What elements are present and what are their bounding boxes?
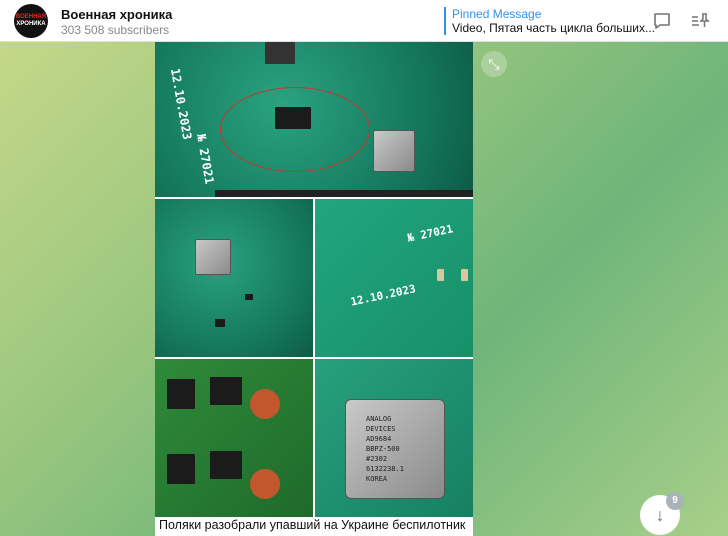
chip-line: DEVICES xyxy=(366,425,396,433)
chip-line: BBPZ-500 xyxy=(366,445,400,453)
serial-lettering: № 27021 xyxy=(194,132,217,186)
subscriber-count: 303 508 subscribers xyxy=(61,23,170,37)
photo-2[interactable] xyxy=(155,199,313,357)
date-lettering-closeup: 12.10.2023 xyxy=(349,282,417,309)
chip-line: 6132238.1 xyxy=(366,465,404,473)
photo-5[interactable]: ANALOG DEVICES AD9684 BBPZ-500 #2302 613… xyxy=(315,359,473,517)
pinned-label: Pinned Message xyxy=(452,7,542,21)
unread-badge: 9 xyxy=(666,492,684,510)
arrow-down-icon: ↓ xyxy=(655,505,665,525)
collapse-icon[interactable]: ⤡ xyxy=(481,51,507,77)
chip-line: ANALOG xyxy=(366,415,392,423)
chat-header: ВОЕННАЯ ХРОНИКА Военная хроника 303 508 … xyxy=(0,0,728,42)
channel-avatar[interactable]: ВОЕННАЯ ХРОНИКА xyxy=(14,4,48,38)
comments-icon[interactable] xyxy=(652,11,672,31)
chip-line: KOREA xyxy=(366,475,388,483)
photo-3[interactable]: № 27021 12.10.2023 xyxy=(315,199,473,357)
channel-name[interactable]: Военная хроника xyxy=(61,7,172,22)
avatar-text-1: ВОЕННАЯ xyxy=(15,14,47,20)
pinned-message[interactable]: Pinned Message Video, Пятая часть цикла … xyxy=(444,7,655,35)
message-bubble: 12.10.2023 № 27021 № 27021 12.10.2023 AN… xyxy=(155,42,473,536)
pinned-text: Video, Пятая часть цикла больших... xyxy=(452,21,655,35)
date-lettering: 12.10.2023 xyxy=(167,67,195,141)
photo-4[interactable] xyxy=(155,359,313,517)
pinned-list-icon[interactable] xyxy=(690,11,710,31)
photo-1[interactable]: 12.10.2023 № 27021 xyxy=(155,42,473,197)
avatar-text-2: ХРОНИКА xyxy=(16,21,46,27)
chip-lettering: ANALOG DEVICES AD9684 BBPZ-500 #2302 613… xyxy=(345,399,445,499)
chip-line: #2302 xyxy=(366,455,388,463)
message-caption: Поляки разобрали упавший на Украине бесп… xyxy=(159,518,466,532)
serial-lettering-closeup: № 27021 xyxy=(406,222,455,245)
chip-line: AD9684 xyxy=(366,435,392,443)
